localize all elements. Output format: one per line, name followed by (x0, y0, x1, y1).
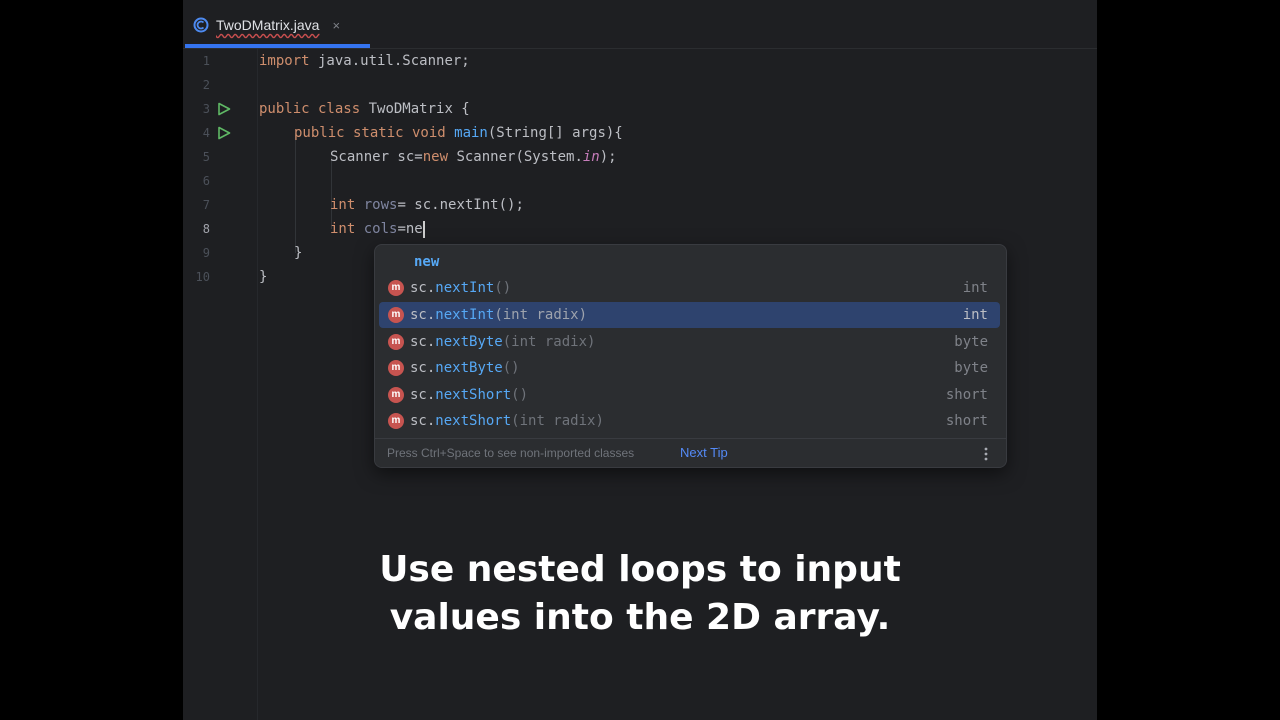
completion-label: sc.nextByte() (410, 360, 520, 376)
completion-label: sc.nextInt(int radix) (410, 307, 588, 323)
completion-type: byte (954, 334, 988, 350)
method-icon: m (388, 280, 404, 296)
completion-item[interactable]: m sc.nextInt() int (379, 275, 1000, 301)
line-number: 10 (195, 270, 210, 284)
code-line-4: 4 public static void main(String[] args)… (183, 121, 1097, 145)
line-number: 1 (202, 54, 210, 68)
caption-line: Use nested loops to input (379, 549, 901, 590)
code-text: import java.util.Scanner; (259, 53, 470, 69)
method-icon: m (388, 307, 404, 323)
completion-type: int (962, 307, 988, 323)
editor-tab-bar: TwoDMatrix.java × (183, 0, 1097, 49)
code-line-8: 8 int cols=ne (183, 217, 1097, 241)
active-tab-indicator (185, 44, 370, 48)
code-text: } (259, 269, 268, 285)
completion-item[interactable]: m sc.nextByte(int radix) byte (379, 329, 1000, 355)
code-text: int cols=ne (330, 220, 425, 238)
method-icon: m (388, 334, 404, 350)
video-caption: Use nested loops to input values into th… (183, 546, 1097, 642)
code-text: } (294, 245, 303, 261)
line-number: 7 (202, 198, 210, 212)
method-icon: m (388, 360, 404, 376)
line-number: 3 (202, 102, 210, 116)
completion-hint: Press Ctrl+Space to see non-imported cla… (387, 446, 635, 460)
run-icon[interactable] (217, 102, 231, 116)
more-options-icon[interactable] (983, 446, 989, 462)
tab-twodmatrix-java[interactable]: TwoDMatrix.java × (193, 10, 340, 40)
caption-line: values into the 2D array. (389, 597, 891, 638)
code-text: Scanner sc=new Scanner(System.in); (330, 149, 617, 165)
completion-item[interactable]: m sc.nextShort() short (379, 382, 1000, 408)
code-line-7: 7 int rows= sc.nextInt(); (183, 193, 1097, 217)
completion-keyword: new (414, 254, 440, 270)
code-line-2: 2 (183, 73, 1097, 97)
code-text: int rows= sc.nextInt(); (330, 197, 524, 213)
completion-type: short (945, 387, 988, 403)
line-number: 2 (202, 78, 210, 92)
completion-item[interactable]: m sc.nextByte() byte (379, 355, 1000, 381)
completion-item[interactable]: m sc.nextShort(int radix) short (379, 408, 1000, 434)
line-number: 6 (202, 174, 210, 188)
text-caret (422, 220, 425, 238)
code-line-3: 3 public class TwoDMatrix { (183, 97, 1097, 121)
completion-item-new[interactable]: new (379, 249, 1000, 275)
code-text: public class TwoDMatrix { (259, 101, 470, 117)
code-text: public static void main(String[] args){ (294, 125, 623, 141)
close-icon[interactable]: × (332, 18, 340, 33)
line-number: 5 (202, 150, 210, 164)
completion-type: short (945, 413, 988, 429)
code-completion-popup[interactable]: new m sc.nextInt() int m sc.nextInt(int … (374, 244, 1007, 468)
next-tip-link[interactable]: Next Tip (680, 445, 728, 460)
method-icon: m (388, 413, 404, 429)
code-line-5: 5 Scanner sc=new Scanner(System.in); (183, 145, 1097, 169)
method-icon: m (388, 387, 404, 403)
line-number: 8 (202, 222, 210, 236)
completion-item-selected[interactable]: m sc.nextInt(int radix) int (379, 302, 1000, 328)
completion-footer: Press Ctrl+Space to see non-imported cla… (375, 438, 1006, 467)
code-line-6: 6 (183, 169, 1097, 193)
completion-label: sc.nextShort() (410, 387, 529, 403)
completion-label: sc.nextInt() (410, 280, 512, 296)
tab-label: TwoDMatrix.java (216, 17, 320, 33)
completion-type: int (962, 280, 988, 296)
java-class-icon (193, 17, 209, 33)
code-line-1: 1 import java.util.Scanner; (183, 49, 1097, 73)
completion-label: sc.nextShort(int radix) (410, 413, 604, 429)
completion-type: byte (954, 360, 988, 376)
completion-label: sc.nextByte(int radix) (410, 334, 596, 350)
line-number: 9 (202, 246, 210, 260)
line-number: 4 (202, 126, 210, 140)
run-icon[interactable] (217, 126, 231, 140)
